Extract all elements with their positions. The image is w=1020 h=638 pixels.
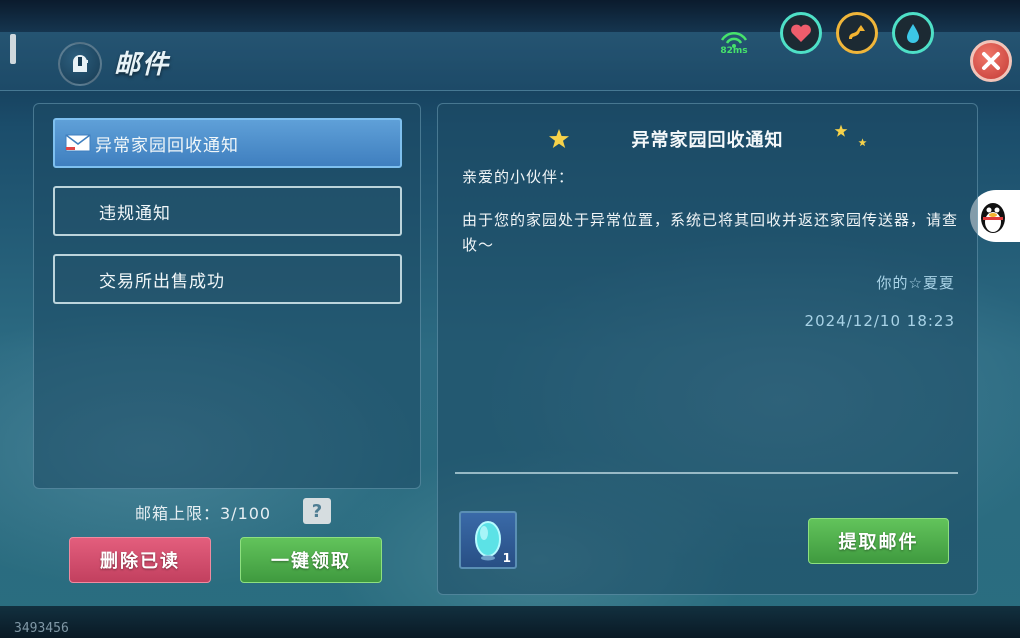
star-icon: [858, 138, 867, 147]
heart-icon: [791, 24, 811, 42]
close-icon: [982, 52, 1000, 70]
mail-detail-panel: 异常家园回收通知 亲爱的小伙伴： 由于您的家园处于异常位置，系统已将其回收并返还…: [437, 103, 978, 595]
attachment-count: 1: [502, 551, 511, 565]
mail-date: 2024/12/10 18:23: [804, 312, 955, 330]
stamina-stat[interactable]: [836, 12, 878, 54]
qq-penguin-icon: [981, 203, 1005, 233]
claim-mail-button[interactable]: 提取邮件: [808, 518, 949, 564]
header-divider: [10, 34, 16, 64]
close-button[interactable]: [970, 40, 1012, 82]
stamina-icon: [849, 25, 865, 39]
player-uid: 3493456: [14, 621, 69, 636]
mailbox-capacity: 邮箱上限：3/100: [135, 504, 272, 523]
mail-item-label: 异常家园回收通知: [95, 135, 239, 156]
page-title: 邮件: [114, 50, 171, 80]
mail-item-abnormal-home[interactable]: 异常家园回收通知: [53, 118, 402, 168]
attachment-item[interactable]: 1: [459, 511, 517, 569]
wifi-icon: [720, 31, 748, 48]
ping-label: 82ms: [720, 46, 748, 56]
mail-badge-icon: [58, 42, 102, 86]
mail-body: 由于您的家园处于异常位置，系统已将其回收并返还家园传送器，请查收～: [462, 211, 959, 254]
claim-all-button[interactable]: 一键领取: [240, 537, 382, 583]
mail-greeting: 亲爱的小伙伴：: [462, 168, 575, 186]
divider: [455, 472, 958, 474]
mail-item-label: 违规通知: [99, 203, 171, 224]
mail-signature: 你的☆夏夏: [876, 274, 955, 292]
help-button[interactable]: ?: [303, 498, 331, 524]
mail-item-trade-success[interactable]: 交易所出售成功: [53, 254, 402, 304]
mail-item-label: 交易所出售成功: [99, 271, 225, 292]
envelope-icon: [65, 134, 91, 152]
mail-list-panel: 异常家园回收通知 违规通知 交易所出售成功: [33, 103, 421, 489]
water-icon: [907, 24, 919, 43]
bottom-strip: [0, 606, 1020, 638]
health-stat[interactable]: [780, 12, 822, 54]
mail-detail-title: 异常家园回收通知: [631, 130, 784, 151]
mail-item-violation[interactable]: 违规通知: [53, 186, 402, 236]
star-icon: [834, 124, 848, 137]
delete-read-button[interactable]: 删除已读: [69, 537, 211, 583]
network-status: 82ms: [716, 28, 752, 58]
water-stat[interactable]: [892, 12, 934, 54]
